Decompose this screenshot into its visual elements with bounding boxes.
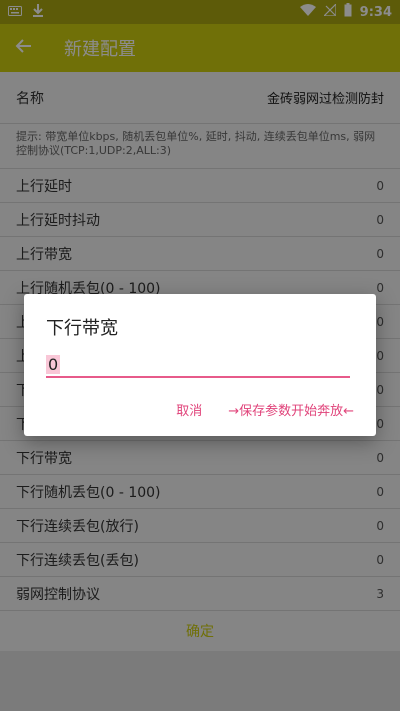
- save-button[interactable]: →保存参数开始奔放←: [228, 400, 354, 419]
- cancel-button[interactable]: 取消: [176, 400, 202, 419]
- input-value: 0: [46, 355, 61, 374]
- bandwidth-input[interactable]: 0: [46, 354, 350, 378]
- dialog-actions: 取消 →保存参数开始奔放←: [176, 400, 354, 419]
- edit-dialog: 下行带宽 0 取消 →保存参数开始奔放←: [24, 294, 376, 436]
- dialog-title: 下行带宽: [46, 318, 118, 339]
